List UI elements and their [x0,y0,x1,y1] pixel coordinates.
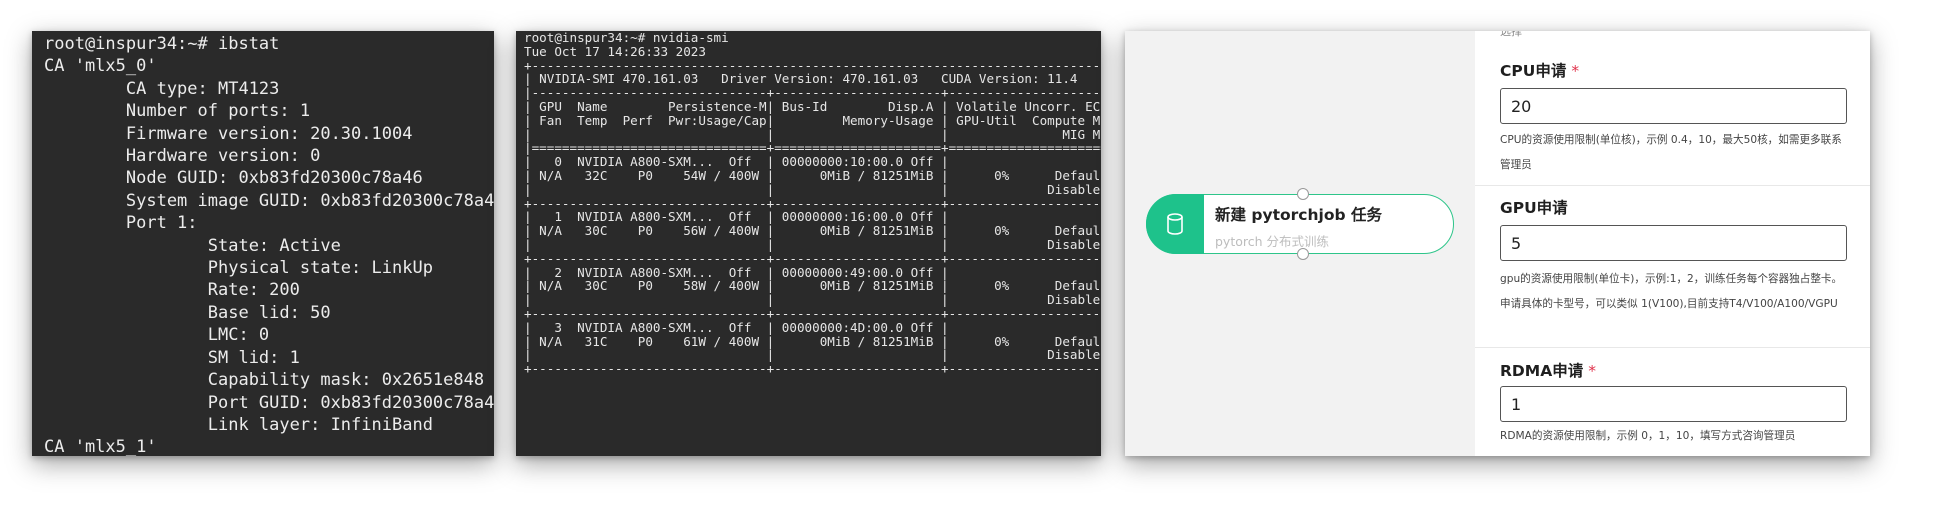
divider [1475,185,1870,186]
ibstat-output: root@inspur34:~# ibstat CA 'mlx5_0' CA t… [44,34,494,456]
cpu-request-label: CPU申请 * [1500,62,1580,80]
node-title: 新建 pytorchjob 任务 [1215,206,1382,224]
gpu-request-label: GPU申请 [1500,199,1568,217]
required-mark: * [1571,62,1580,80]
node-icon-area [1146,194,1204,254]
node-subtitle: pytorch 分布式训练 [1215,234,1330,249]
required-mark: * [1588,362,1596,380]
pipeline-editor-window: 新建 pytorchjob 任务 pytorch 分布式训练 选择 CPU申请 *… [1125,31,1870,456]
pipeline-node[interactable]: 新建 pytorchjob 任务 pytorch 分布式训练 [1146,188,1454,260]
database-icon [1167,213,1183,235]
gpu-request-help: gpu的资源使用限制(单位卡)，示例:1，2，训练任务每个容器独占整卡。申请具体… [1500,273,1843,310]
rdma-request-input[interactable] [1500,386,1847,422]
divider [1475,347,1870,348]
node-output-port[interactable] [1297,248,1309,260]
ibstat-terminal-window[interactable]: root@inspur34:~# ibstat CA 'mlx5_0' CA t… [32,31,494,456]
cpu-request-help: CPU的资源使用限制(单位核)，示例 0.4，10，最大50核，如需更多联系管理… [1500,134,1842,171]
truncated-help-text: 选择 [1500,31,1522,38]
nvidia-smi-output: root@inspur34:~# nvidia-smi Tue Oct 17 1… [524,31,1101,377]
rdma-request-help: RDMA的资源使用限制，示例 0，1，10，填写方式咨询管理员 [1500,430,1796,442]
gpu-request-input[interactable] [1500,225,1847,261]
rdma-request-label: RDMA申请 * [1500,362,1596,380]
node-config-form: 选择 CPU申请* CPU的资源使用限制(单位核)，示例 0.4，10，最大50… [1475,31,1870,456]
node-input-port[interactable] [1297,188,1309,200]
nvidia-smi-terminal-window[interactable]: root@inspur34:~# nvidia-smi Tue Oct 17 1… [516,31,1101,456]
pipeline-canvas[interactable]: 新建 pytorchjob 任务 pytorch 分布式训练 [1125,31,1475,456]
cpu-request-input[interactable] [1500,88,1847,124]
